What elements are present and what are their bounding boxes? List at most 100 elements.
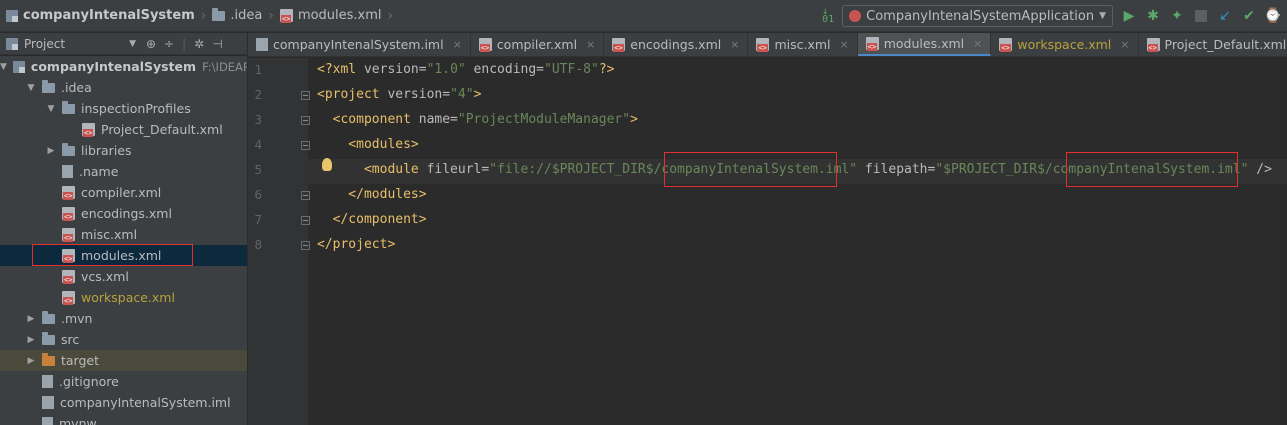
tree-item-label: Project_Default.xml bbox=[101, 122, 223, 137]
breadcrumb: companyIntenalSystem › .idea › modules.x… bbox=[0, 0, 399, 32]
xml-file-icon bbox=[62, 270, 75, 284]
project-tree: ▼ companyIntenalSystem F:\IDEAProj ▼ .idea ▼ i… bbox=[0, 56, 247, 425]
breadcrumb-file[interactable]: modules.xml bbox=[279, 8, 382, 23]
close-icon[interactable]: × bbox=[586, 38, 595, 51]
chevron-down-icon[interactable]: ▼ bbox=[46, 104, 56, 114]
tree-item[interactable]: workspace.xml bbox=[0, 287, 247, 308]
folder-icon bbox=[62, 100, 75, 114]
gear-icon[interactable]: ✲ bbox=[194, 37, 204, 51]
close-icon[interactable]: × bbox=[730, 38, 739, 51]
xml-file-icon bbox=[865, 37, 879, 51]
locate-icon[interactable]: ⊕ bbox=[146, 37, 156, 51]
code-token: fileurl= bbox=[426, 162, 490, 177]
code-token: </modules> bbox=[317, 187, 427, 202]
xml-file-icon bbox=[82, 123, 95, 137]
xml-file-icon bbox=[62, 207, 75, 221]
editor-tab[interactable]: Project_Default.xml× bbox=[1139, 33, 1287, 56]
editor-tab[interactable]: compiler.xml × bbox=[471, 33, 605, 56]
xml-file-icon bbox=[612, 38, 626, 52]
chevron-down-icon[interactable]: ▼ bbox=[129, 39, 136, 49]
tree-item[interactable]: ▶ .mvn bbox=[0, 308, 247, 329]
code-line: <?xml version="1.0" encoding="UTF-8"?> bbox=[317, 62, 614, 77]
line-number: 1 bbox=[254, 62, 262, 77]
tree-item-label: target bbox=[61, 353, 100, 368]
tree-item[interactable]: Project_Default.xml bbox=[0, 119, 247, 140]
code-token: <project bbox=[317, 87, 388, 102]
vcs-history-icon[interactable]: ⌚ bbox=[1264, 8, 1281, 24]
breadcrumb-folder[interactable]: .idea bbox=[212, 7, 262, 23]
tree-item[interactable]: companyIntenalSystem.iml bbox=[0, 392, 247, 413]
vcs-commit-icon[interactable]: ✔ bbox=[1241, 8, 1257, 24]
project-panel-header: Project ▼ ⊕ ÷ | ✲ ⊣ bbox=[0, 33, 247, 55]
fold-marker-icon[interactable] bbox=[301, 216, 310, 225]
tree-item[interactable]: ▶ target bbox=[0, 350, 247, 371]
editor-tab-label: encodings.xml bbox=[630, 37, 722, 52]
tree-item-label: mvnw bbox=[59, 416, 97, 425]
editor-tab[interactable]: modules.xml × bbox=[857, 33, 992, 56]
tree-item-label: .idea bbox=[61, 80, 92, 95]
tree-item[interactable]: ▶ src bbox=[0, 329, 247, 350]
editor-tab[interactable]: workspace.xml × bbox=[991, 33, 1139, 56]
tree-item[interactable]: ▼ inspectionProfiles bbox=[0, 98, 247, 119]
tree-item[interactable]: mvnw bbox=[0, 413, 247, 425]
code-token: "4" bbox=[450, 87, 474, 102]
tree-item-icon bbox=[62, 165, 73, 178]
tree-item-label: encodings.xml bbox=[81, 206, 172, 221]
tree-item-label: companyIntenalSystem.iml bbox=[60, 395, 231, 410]
editor-tab-label: Project_Default.xml bbox=[1164, 37, 1287, 52]
code-line: </component> bbox=[317, 212, 427, 227]
close-icon[interactable]: × bbox=[973, 37, 982, 50]
run-configuration-select[interactable]: CompanyIntenalSystemApplication ▼ bbox=[842, 5, 1113, 27]
code-token: <module bbox=[317, 162, 427, 177]
breadcrumb-separator: › bbox=[200, 7, 207, 24]
close-icon[interactable]: × bbox=[453, 38, 462, 51]
tree-item-label: compiler.xml bbox=[81, 185, 162, 200]
folder-icon bbox=[62, 142, 75, 156]
fold-marker-icon[interactable] bbox=[301, 191, 310, 200]
chevron-down-icon[interactable]: ▼ bbox=[26, 83, 36, 93]
vcs-update-icon[interactable]: ↙ bbox=[1217, 8, 1233, 24]
tree-item[interactable]: .gitignore bbox=[0, 371, 247, 392]
chevron-down-icon[interactable]: ▼ bbox=[0, 62, 7, 72]
tree-item[interactable]: misc.xml bbox=[0, 224, 247, 245]
chevron-right-icon[interactable]: ▶ bbox=[26, 356, 36, 366]
spring-boot-icon bbox=[849, 10, 862, 22]
fold-marker-icon[interactable] bbox=[301, 116, 310, 125]
code-token: encoding= bbox=[465, 62, 545, 77]
chevron-right-icon[interactable]: ▶ bbox=[46, 146, 56, 156]
tree-item[interactable]: ▼ companyIntenalSystem F:\IDEAProj bbox=[0, 56, 247, 77]
code-token: "1.0" bbox=[426, 62, 466, 77]
tree-item[interactable]: ▶ libraries bbox=[0, 140, 247, 161]
code-token: > bbox=[630, 112, 638, 127]
sort-icon[interactable]: ↓ 01 bbox=[822, 7, 834, 25]
debug-icon[interactable]: ✱ bbox=[1145, 8, 1161, 24]
code-line: </project> bbox=[317, 237, 395, 252]
collapse-all-icon[interactable]: ÷ bbox=[164, 37, 174, 51]
fold-marker-icon[interactable] bbox=[301, 91, 310, 100]
tree-item[interactable]: .name bbox=[0, 161, 247, 182]
tree-item[interactable]: compiler.xml bbox=[0, 182, 247, 203]
breadcrumb-project[interactable]: companyIntenalSystem bbox=[6, 8, 195, 23]
close-icon[interactable]: × bbox=[840, 38, 849, 51]
fold-marker-icon[interactable] bbox=[301, 141, 310, 150]
hide-icon[interactable]: ⊣ bbox=[212, 37, 222, 51]
editor-tab[interactable]: encodings.xml × bbox=[604, 33, 749, 56]
stop-icon[interactable] bbox=[1193, 8, 1209, 24]
chevron-right-icon[interactable]: ▶ bbox=[26, 314, 36, 324]
close-icon[interactable]: × bbox=[1120, 38, 1129, 51]
line-number: 3 bbox=[254, 112, 262, 127]
tree-item[interactable]: encodings.xml bbox=[0, 203, 247, 224]
tree-item[interactable]: vcs.xml bbox=[0, 266, 247, 287]
project-view-title[interactable]: Project bbox=[24, 37, 65, 51]
code-token: </component> bbox=[317, 212, 427, 227]
chevron-right-icon[interactable]: ▶ bbox=[26, 335, 36, 345]
tree-item-icon bbox=[42, 79, 55, 93]
run-icon[interactable]: ▶ bbox=[1121, 8, 1137, 24]
editor-tab[interactable]: companyIntenalSystem.iml × bbox=[248, 33, 471, 56]
fold-marker-icon[interactable] bbox=[301, 241, 310, 250]
line-number: 5 bbox=[254, 162, 262, 177]
coverage-icon[interactable]: ✦ bbox=[1169, 8, 1185, 24]
tree-item[interactable]: ▼ .idea bbox=[0, 77, 247, 98]
tree-item-label: .mvn bbox=[61, 311, 93, 326]
editor-tab[interactable]: misc.xml × bbox=[748, 33, 858, 56]
